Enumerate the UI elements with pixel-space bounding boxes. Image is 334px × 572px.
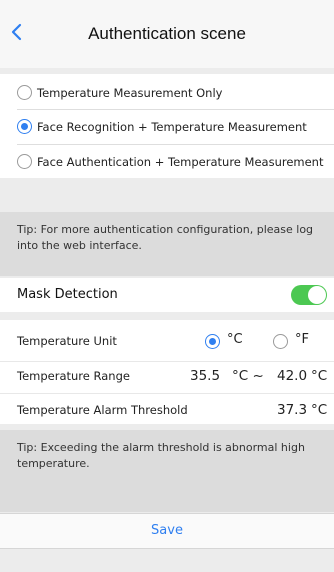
alarm-threshold-value[interactable]: 37.3: [277, 402, 307, 418]
option-temperature-only[interactable]: Temperature Measurement Only: [0, 76, 334, 110]
range-min-value[interactable]: 35.5: [190, 368, 220, 384]
option-label: Face Authentication + Temperature Measur…: [37, 155, 324, 169]
save-bar: Save: [0, 513, 334, 549]
fahrenheit-label: °F: [295, 332, 309, 347]
option-face-authentication-temperature[interactable]: Face Authentication + Temperature Measur…: [0, 145, 334, 179]
divider: [0, 393, 334, 394]
temperature-settings: Temperature Unit °C °F Temperature Range…: [0, 320, 334, 424]
mask-detection-row: Mask Detection: [0, 278, 334, 312]
save-button[interactable]: Save: [0, 514, 334, 548]
celsius-radio-icon[interactable]: [205, 334, 220, 349]
temperature-range-label: Temperature Range: [17, 369, 130, 383]
radio-icon[interactable]: [17, 85, 32, 100]
tip-auth-box: Tip: For more authentication configurati…: [0, 212, 334, 276]
tip-alarm-text: Tip: Exceeding the alarm threshold is ab…: [17, 441, 305, 470]
alarm-threshold-label: Temperature Alarm Threshold: [17, 403, 188, 417]
option-face-recognition-temperature[interactable]: Face Recognition + Temperature Measureme…: [0, 110, 334, 144]
range-max-unit: °C: [311, 368, 328, 384]
tip-alarm-box: Tip: Exceeding the alarm threshold is ab…: [0, 430, 334, 512]
header-bar: Authentication scene: [0, 0, 334, 68]
radio-selected-icon[interactable]: [17, 119, 32, 134]
option-label: Temperature Measurement Only: [37, 86, 223, 100]
option-label: Face Recognition + Temperature Measureme…: [37, 120, 307, 134]
temperature-unit-label: Temperature Unit: [17, 334, 117, 348]
radio-icon[interactable]: [17, 154, 32, 169]
range-max-value[interactable]: 42.0: [277, 368, 307, 384]
divider: [0, 361, 334, 362]
fahrenheit-radio-icon[interactable]: [273, 334, 288, 349]
toggle-knob: [308, 286, 326, 304]
page-title: Authentication scene: [88, 24, 246, 43]
scene-options-list: Temperature Measurement Only Face Recogn…: [0, 74, 334, 178]
mask-detection-label: Mask Detection: [17, 287, 118, 302]
alarm-threshold-unit: °C: [311, 402, 328, 418]
range-min-unit: °C ~: [232, 368, 264, 384]
tip-auth-text: Tip: For more authentication configurati…: [17, 223, 314, 252]
celsius-label: °C: [227, 332, 243, 347]
mask-detection-toggle[interactable]: [291, 285, 327, 305]
